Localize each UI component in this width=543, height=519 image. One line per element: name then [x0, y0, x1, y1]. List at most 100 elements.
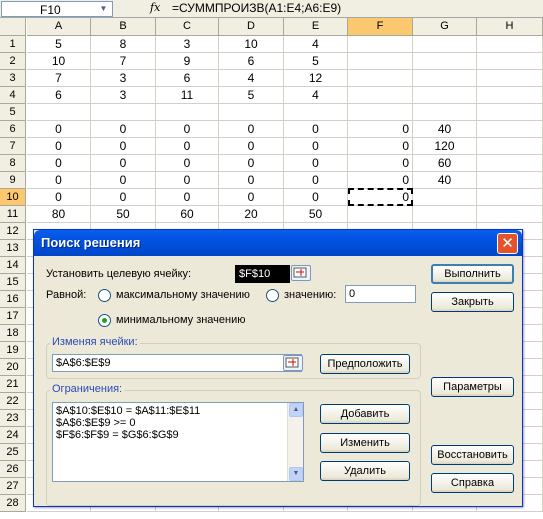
sheet-cell[interactable]: 60 [413, 155, 477, 172]
collapse-dialog-icon[interactable] [283, 355, 303, 371]
sheet-cell[interactable]: 0 [284, 138, 348, 155]
column-header[interactable]: A [27, 18, 91, 36]
column-header[interactable]: G [413, 18, 477, 36]
sheet-cell[interactable]: 0 [27, 121, 91, 138]
sheet-cell[interactable]: 12 [284, 70, 348, 87]
column-header[interactable]: D [219, 18, 284, 36]
scroll-down-icon[interactable]: ▼ [289, 467, 303, 481]
row-header[interactable]: 3 [0, 70, 26, 87]
row-header[interactable]: 14 [0, 257, 26, 274]
function-icon[interactable]: fx [150, 1, 160, 14]
row-header[interactable]: 19 [0, 342, 26, 359]
sheet-cell[interactable]: 0 [348, 155, 413, 172]
row-header[interactable]: 26 [0, 461, 26, 478]
sheet-cell[interactable]: 0 [91, 138, 156, 155]
sheet-cell[interactable]: 0 [91, 155, 156, 172]
sheet-cell[interactable] [348, 87, 413, 104]
radio-max-label[interactable]: максимальному значению [116, 289, 250, 301]
target-cell-input[interactable]: $F$10 [235, 265, 290, 283]
radio-min[interactable] [98, 314, 111, 327]
sheet-cell[interactable] [284, 104, 348, 121]
row-header[interactable]: 13 [0, 240, 26, 257]
sheet-cell[interactable] [477, 121, 543, 138]
row-header[interactable]: 24 [0, 427, 26, 444]
sheet-cell[interactable] [348, 206, 413, 223]
column-header[interactable]: H [477, 18, 543, 36]
row-header[interactable]: 22 [0, 393, 26, 410]
sheet-cell[interactable]: 0 [284, 189, 348, 206]
row-header[interactable]: 10 [0, 189, 26, 206]
options-button[interactable]: Параметры [431, 377, 514, 397]
scroll-up-icon[interactable]: ▲ [289, 403, 303, 417]
row-header[interactable]: 11 [0, 206, 26, 223]
close-icon[interactable]: ✕ [497, 233, 518, 254]
sheet-cell[interactable]: 0 [219, 189, 284, 206]
sheet-cell[interactable]: 60 [156, 206, 219, 223]
sheet-cell[interactable]: 0 [27, 172, 91, 189]
sheet-cell[interactable]: 40 [413, 172, 477, 189]
sheet-cell[interactable] [348, 36, 413, 53]
sheet-cell[interactable]: 0 [27, 189, 91, 206]
sheet-cell[interactable] [413, 87, 477, 104]
sheet-cell[interactable] [413, 104, 477, 121]
dialog-title-bar[interactable]: Поиск решения ✕ [34, 230, 522, 256]
radio-min-label[interactable]: минимальному значению [116, 314, 246, 326]
sheet-cell[interactable]: 8 [91, 36, 156, 53]
sheet-cell[interactable] [348, 53, 413, 70]
row-header[interactable]: 27 [0, 478, 26, 495]
sheet-cell[interactable]: 5 [284, 53, 348, 70]
column-header[interactable]: B [91, 18, 156, 36]
row-header[interactable]: 5 [0, 104, 26, 121]
row-header[interactable]: 20 [0, 359, 26, 376]
sheet-cell[interactable] [477, 70, 543, 87]
sheet-cell[interactable]: 120 [413, 138, 477, 155]
sheet-cell[interactable]: 4 [284, 36, 348, 53]
sheet-cell[interactable] [413, 206, 477, 223]
sheet-cell[interactable] [477, 104, 543, 121]
sheet-cell[interactable] [219, 104, 284, 121]
sheet-cell[interactable] [348, 104, 413, 121]
sheet-cell[interactable]: 4 [284, 87, 348, 104]
sheet-cell[interactable] [477, 36, 543, 53]
chevron-down-icon[interactable]: ▼ [97, 3, 110, 15]
sheet-cell[interactable] [477, 155, 543, 172]
row-header[interactable]: 17 [0, 308, 26, 325]
close-button[interactable]: Закрыть [431, 292, 514, 312]
sheet-cell[interactable]: 0 [156, 121, 219, 138]
sheet-cell[interactable]: 80 [27, 206, 91, 223]
sheet-cell[interactable]: 0 [27, 138, 91, 155]
sheet-cell[interactable]: 4 [219, 70, 284, 87]
sheet-cell[interactable] [477, 53, 543, 70]
row-header[interactable]: 18 [0, 325, 26, 342]
sheet-cell[interactable] [413, 189, 477, 206]
sheet-cell[interactable]: 0 [284, 155, 348, 172]
row-header[interactable]: 6 [0, 121, 26, 138]
constraints-list[interactable]: $A$10:$E$10 = $A$11:$E$11 $A$6:$E$9 >= 0 $… [52, 402, 304, 482]
change-constraint-button[interactable]: Изменить [320, 433, 410, 453]
formula-text[interactable]: =СУММПРОИЗВ(A1:E4;A6:E9) [172, 1, 341, 15]
sheet-cell[interactable]: 50 [284, 206, 348, 223]
sheet-cell[interactable]: 0 [219, 121, 284, 138]
sheet-cell[interactable]: 3 [91, 87, 156, 104]
select-all-corner[interactable] [0, 18, 26, 36]
sheet-cell[interactable]: 6 [156, 70, 219, 87]
sheet-cell[interactable]: 0 [27, 155, 91, 172]
sheet-cell[interactable] [91, 104, 156, 121]
sheet-cell[interactable] [413, 36, 477, 53]
sheet-cell[interactable]: 0 [348, 121, 413, 138]
sheet-cell[interactable] [477, 87, 543, 104]
sheet-cell[interactable]: 0 [156, 138, 219, 155]
add-constraint-button[interactable]: Добавить [320, 404, 410, 424]
row-header[interactable]: 7 [0, 138, 26, 155]
sheet-cell[interactable]: 0 [284, 172, 348, 189]
sheet-cell[interactable]: 5 [27, 36, 91, 53]
list-item[interactable]: $A$10:$E$10 = $A$11:$E$11 [56, 405, 300, 417]
sheet-cell[interactable]: 11 [156, 87, 219, 104]
sheet-cell[interactable]: 10 [27, 53, 91, 70]
row-header[interactable]: 15 [0, 274, 26, 291]
row-header[interactable]: 21 [0, 376, 26, 393]
solve-button[interactable]: Выполнить [431, 264, 514, 284]
row-header[interactable]: 4 [0, 87, 26, 104]
sheet-cell[interactable] [348, 70, 413, 87]
sheet-cell[interactable]: 3 [156, 36, 219, 53]
